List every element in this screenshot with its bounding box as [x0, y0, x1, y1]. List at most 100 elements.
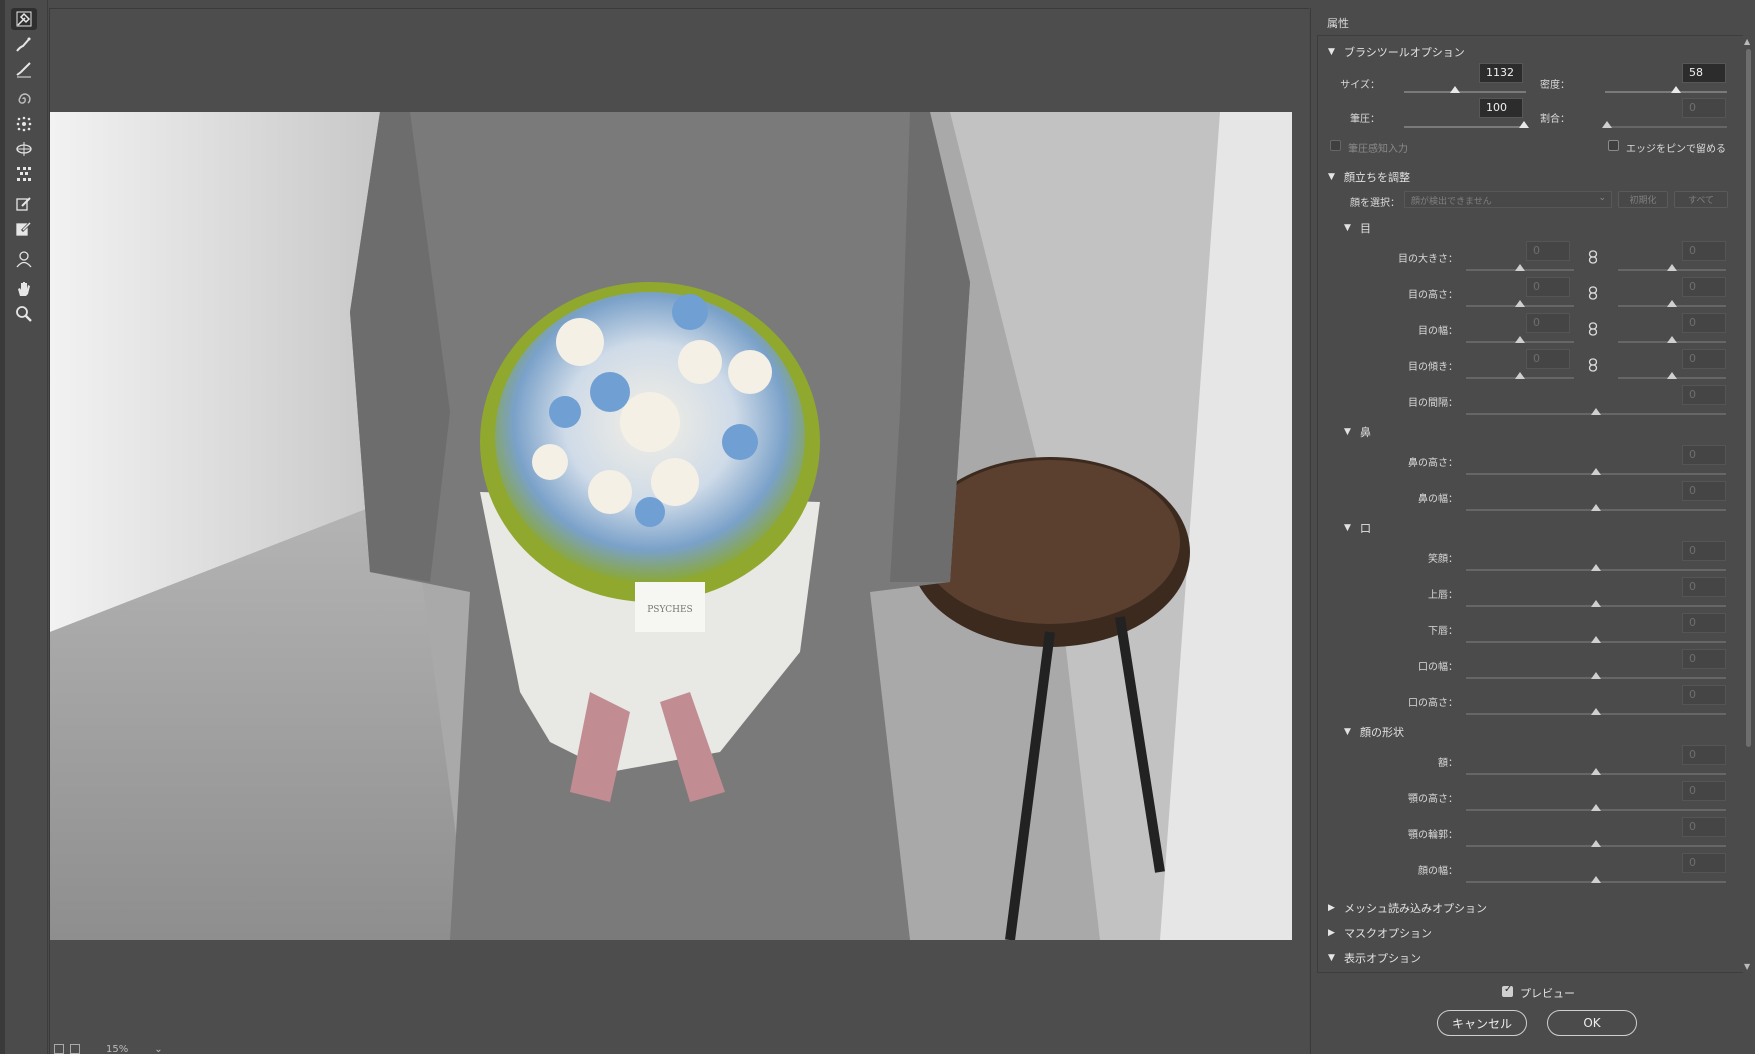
- rate-slider[interactable]: [1602, 121, 1727, 128]
- slider-thumb[interactable]: [1591, 468, 1601, 475]
- lower-lip-input[interactable]: 0: [1682, 613, 1726, 633]
- slider-thumb[interactable]: [1667, 372, 1677, 379]
- chevron-down-icon[interactable]: ⌄: [154, 1044, 162, 1054]
- reconstruct-tool-icon[interactable]: [11, 33, 37, 55]
- cancel-button[interactable]: キャンセル: [1437, 1010, 1527, 1036]
- smile-input[interactable]: 0: [1682, 541, 1726, 561]
- face-width-slider[interactable]: [1466, 876, 1726, 883]
- upper-lip-input[interactable]: 0: [1682, 577, 1726, 597]
- thaw-mask-tool-icon[interactable]: [11, 218, 37, 240]
- eye-height-left-input[interactable]: 0: [1526, 277, 1570, 297]
- panel-scrollbar[interactable]: ▲ ▼: [1743, 35, 1753, 973]
- density-input[interactable]: 58: [1682, 63, 1726, 83]
- eye-distance-slider[interactable]: [1466, 408, 1726, 415]
- face-adjust-header[interactable]: ▼ 顔立ちを調整: [1328, 169, 1410, 185]
- mouth-width-slider[interactable]: [1466, 672, 1726, 679]
- select-face-dropdown[interactable]: 顔が検出できません ⌄: [1404, 191, 1612, 208]
- size-slider[interactable]: [1404, 86, 1526, 93]
- mask-options-header[interactable]: ▶ マスクオプション: [1328, 925, 1432, 941]
- eye-height-right-input[interactable]: 0: [1682, 277, 1726, 297]
- slider-thumb[interactable]: [1667, 264, 1677, 271]
- nose-height-slider[interactable]: [1466, 468, 1726, 475]
- jawline-slider[interactable]: [1466, 840, 1726, 847]
- bloat-tool-icon[interactable]: [11, 138, 37, 160]
- mouth-width-input[interactable]: 0: [1682, 649, 1726, 669]
- eye-distance-input[interactable]: 0: [1682, 385, 1726, 405]
- upper-lip-slider[interactable]: [1466, 600, 1726, 607]
- forehead-input[interactable]: 0: [1682, 745, 1726, 765]
- forward-warp-tool-icon[interactable]: [11, 8, 37, 30]
- slider-thumb[interactable]: [1591, 708, 1601, 715]
- eye-tilt-left-input[interactable]: 0: [1526, 349, 1570, 369]
- eye-width-right-slider[interactable]: [1618, 336, 1726, 343]
- photo-preview[interactable]: PSYCHES: [50, 112, 1292, 940]
- size-input[interactable]: 1132: [1479, 63, 1523, 83]
- slider-thumb[interactable]: [1591, 408, 1601, 415]
- smile-slider[interactable]: [1466, 564, 1726, 571]
- mouth-header[interactable]: ▼ 口: [1344, 520, 1371, 536]
- lower-lip-slider[interactable]: [1466, 636, 1726, 643]
- forehead-slider[interactable]: [1466, 768, 1726, 775]
- slider-thumb[interactable]: [1667, 300, 1677, 307]
- freeze-mask-tool-icon[interactable]: [11, 193, 37, 215]
- face-width-input[interactable]: 0: [1682, 853, 1726, 873]
- all-button[interactable]: すべて: [1674, 191, 1728, 208]
- pressure-slider[interactable]: [1404, 121, 1529, 128]
- eye-tilt-right-slider[interactable]: [1618, 372, 1726, 379]
- nose-height-input[interactable]: 0: [1682, 445, 1726, 465]
- scrollbar-thumb[interactable]: [1746, 49, 1751, 747]
- chin-height-slider[interactable]: [1466, 804, 1726, 811]
- rate-input[interactable]: 0: [1682, 98, 1726, 118]
- rate-slider-thumb[interactable]: [1602, 121, 1613, 128]
- size-slider-thumb[interactable]: [1450, 86, 1461, 93]
- slider-thumb[interactable]: [1591, 636, 1601, 643]
- eye-width-right-input[interactable]: 0: [1682, 313, 1726, 333]
- chin-height-input[interactable]: 0: [1682, 781, 1726, 801]
- pucker-tool-icon[interactable]: [11, 113, 37, 135]
- ok-button[interactable]: OK: [1547, 1010, 1637, 1036]
- eye-size-right-input[interactable]: 0: [1682, 241, 1726, 261]
- push-left-tool-icon[interactable]: [11, 163, 37, 185]
- eye-height-left-slider[interactable]: [1466, 300, 1574, 307]
- link-icon[interactable]: [1588, 285, 1598, 300]
- slider-thumb[interactable]: [1591, 804, 1601, 811]
- pressure-slider-thumb[interactable]: [1518, 121, 1529, 128]
- twirl-tool-icon[interactable]: [11, 88, 37, 110]
- eye-height-right-slider[interactable]: [1618, 300, 1726, 307]
- slider-thumb[interactable]: [1591, 672, 1601, 679]
- mesh-options-header[interactable]: ▶ メッシュ読み込みオプション: [1328, 900, 1487, 916]
- mouth-height-slider[interactable]: [1466, 708, 1726, 715]
- link-icon[interactable]: [1588, 249, 1598, 264]
- link-icon[interactable]: [1588, 321, 1598, 336]
- face-shape-header[interactable]: ▼ 顔の形状: [1344, 724, 1404, 740]
- reset-button[interactable]: 初期化: [1618, 191, 1668, 208]
- slider-thumb[interactable]: [1591, 768, 1601, 775]
- jawline-input[interactable]: 0: [1682, 817, 1726, 837]
- hand-tool-icon[interactable]: [11, 278, 37, 300]
- eye-size-right-slider[interactable]: [1618, 264, 1726, 271]
- stylus-checkbox[interactable]: [1330, 140, 1341, 151]
- eye-size-left-input[interactable]: 0: [1526, 241, 1570, 261]
- zoom-in-icon[interactable]: [70, 1044, 80, 1054]
- eye-tilt-right-input[interactable]: 0: [1682, 349, 1726, 369]
- face-tool-icon[interactable]: [11, 248, 37, 270]
- slider-thumb[interactable]: [1515, 336, 1525, 343]
- canvas-area[interactable]: PSYCHES: [49, 8, 1309, 1054]
- scroll-up-icon[interactable]: ▲: [1744, 37, 1750, 46]
- eye-width-left-slider[interactable]: [1466, 336, 1574, 343]
- slider-thumb[interactable]: [1667, 336, 1677, 343]
- slider-thumb[interactable]: [1591, 876, 1601, 883]
- nose-width-input[interactable]: 0: [1682, 481, 1726, 501]
- slider-thumb[interactable]: [1591, 504, 1601, 511]
- density-slider-thumb[interactable]: [1670, 86, 1681, 93]
- slider-thumb[interactable]: [1515, 264, 1525, 271]
- link-icon[interactable]: [1588, 357, 1598, 372]
- slider-thumb[interactable]: [1591, 600, 1601, 607]
- slider-thumb[interactable]: [1515, 300, 1525, 307]
- view-options-header[interactable]: ▼ 表示オプション: [1328, 950, 1421, 966]
- mouth-height-input[interactable]: 0: [1682, 685, 1726, 705]
- nose-width-slider[interactable]: [1466, 504, 1726, 511]
- zoom-value[interactable]: 15%: [106, 1044, 128, 1054]
- eyes-header[interactable]: ▼ 目: [1344, 220, 1371, 236]
- slider-thumb[interactable]: [1515, 372, 1525, 379]
